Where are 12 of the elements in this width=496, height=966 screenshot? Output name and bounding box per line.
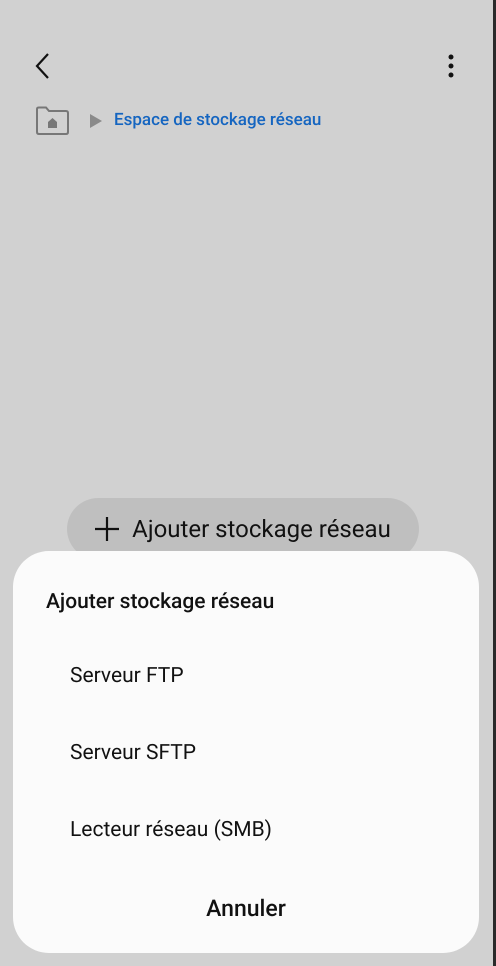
menu-item[interactable]: Lecteur réseau (SMB) <box>13 792 479 870</box>
home-folder-button[interactable] <box>34 106 70 136</box>
sheet-title: Ajouter stockage réseau <box>46 589 276 616</box>
back-icon <box>34 52 50 80</box>
plus-icon <box>94 516 120 542</box>
chevron-right-icon <box>90 114 102 128</box>
menu-item[interactable]: Serveur SFTP <box>13 716 479 792</box>
breadcrumb-link[interactable]: Espace de stockage réseau <box>114 108 322 134</box>
menu-item[interactable]: Serveur FTP <box>13 638 479 716</box>
home-folder-icon <box>34 106 70 136</box>
more-icon <box>448 54 454 78</box>
cancel-button[interactable]: Annuler <box>186 882 306 938</box>
